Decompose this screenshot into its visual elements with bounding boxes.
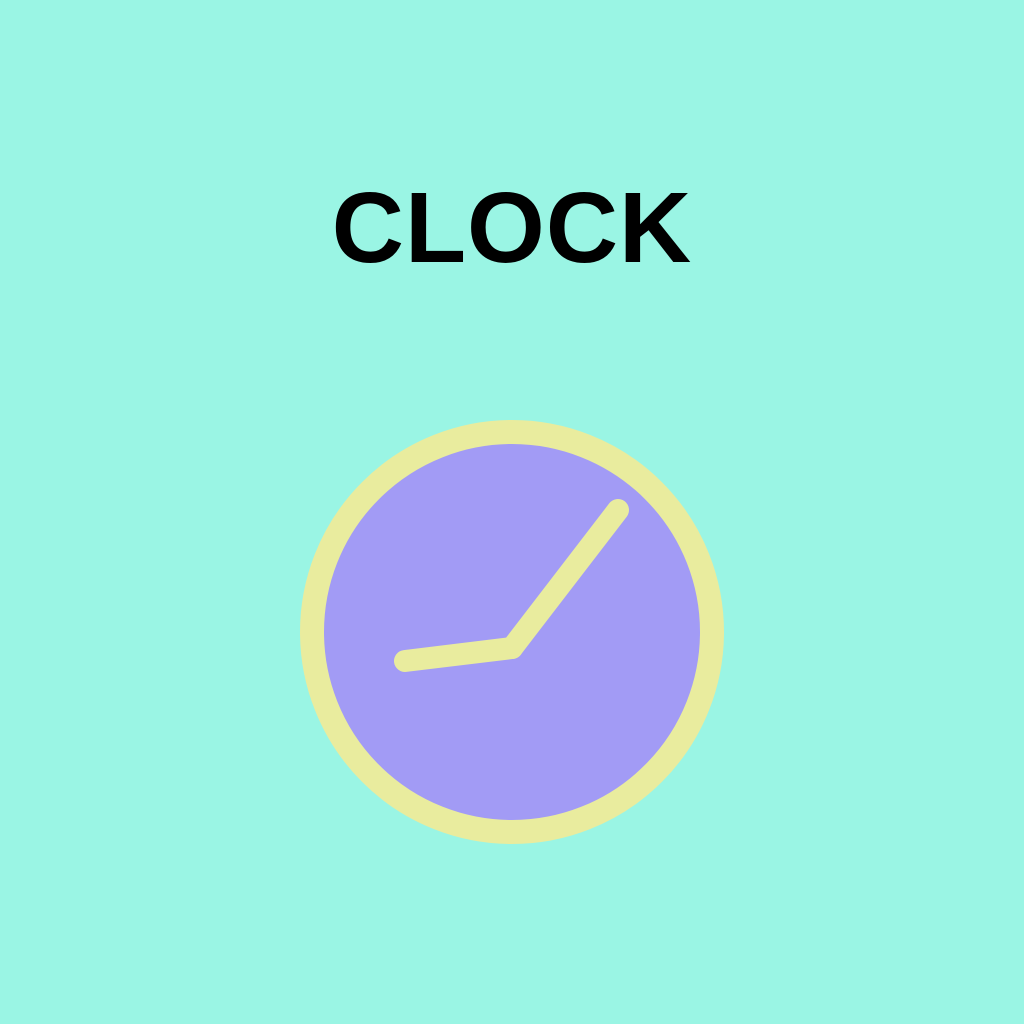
clock-graphic <box>300 420 724 844</box>
clock-icon <box>300 420 724 844</box>
clock-hour-hand <box>394 637 523 672</box>
page-title: CLOCK <box>331 172 693 284</box>
clock-center-pin <box>501 637 523 659</box>
